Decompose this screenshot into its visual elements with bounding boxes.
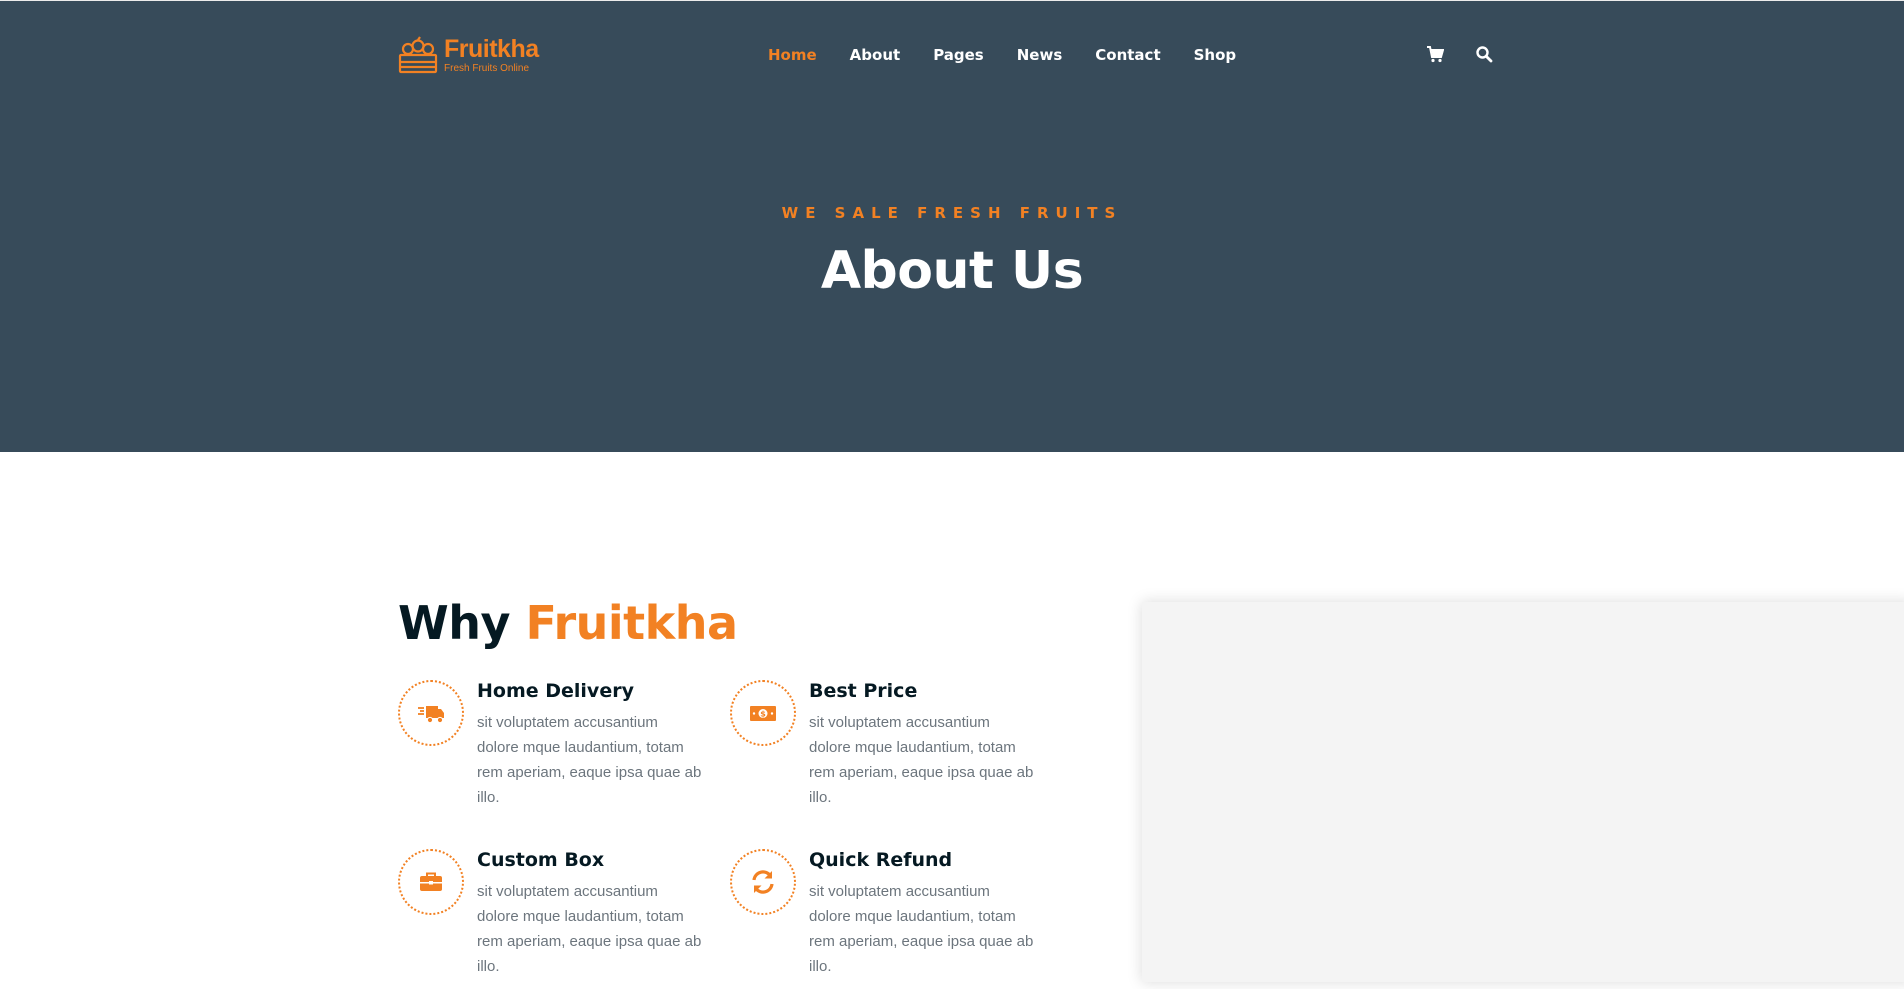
feature-home-delivery: Home Delivery sit voluptatem accusantium… [398, 680, 718, 820]
feature-custom-box: Custom Box sit voluptatem accusantium do… [398, 849, 718, 989]
fruit-basket-icon [398, 36, 438, 74]
feature-description: sit voluptatem accusantium dolore mque l… [477, 883, 702, 975]
feature-icon-ring [730, 849, 796, 915]
feature-description: sit voluptatem accusantium dolore mque l… [809, 714, 1034, 806]
nav-shop[interactable]: Shop [1194, 46, 1237, 64]
feature-title: Home Delivery [477, 680, 634, 702]
nav-about[interactable]: About [850, 46, 901, 64]
hero-subtitle: WE SALE FRESH FRUITS [781, 204, 1123, 222]
hero-banner: Fruitkha Fresh Fruits Online Home About … [0, 0, 1904, 452]
feature-icon-ring [398, 849, 464, 915]
brand-logo[interactable]: Fruitkha Fresh Fruits Online [398, 35, 539, 75]
feature-icon-ring: $ [730, 680, 796, 746]
nav-contact[interactable]: Contact [1095, 46, 1160, 64]
feature-best-price: $ Best Price sit voluptatem accusantium … [730, 680, 1050, 820]
feature-title: Quick Refund [809, 849, 953, 871]
nav-pages[interactable]: Pages [933, 46, 984, 64]
section-title-accent: Fruitkha [525, 596, 739, 650]
feature-quick-refund: Quick Refund sit voluptatem accusantium … [730, 849, 1050, 989]
brand-tagline: Fresh Fruits Online [444, 62, 530, 74]
main-nav: Home About Pages News Contact Shop [768, 45, 1269, 65]
brand-name: Fruitkha [444, 34, 539, 63]
search-icon[interactable] [1475, 45, 1493, 63]
nav-home[interactable]: Home [768, 46, 817, 64]
section-title-prefix: Why [398, 596, 510, 650]
svg-text:$: $ [760, 710, 766, 719]
shopping-cart-icon[interactable] [1426, 45, 1444, 63]
feature-title: Custom Box [477, 849, 605, 871]
truck-icon [418, 706, 444, 724]
money-icon: $ [750, 706, 776, 721]
feature-icon-ring [398, 680, 464, 746]
page-title: About Us [820, 241, 1084, 301]
briefcase-icon [420, 872, 442, 891]
feature-title: Best Price [809, 680, 918, 702]
refresh-icon [752, 870, 774, 894]
about-image-placeholder [1142, 602, 1904, 982]
nav-news[interactable]: News [1017, 46, 1063, 64]
section-title: Why Fruitkha [398, 596, 738, 650]
feature-description: sit voluptatem accusantium dolore mque l… [809, 883, 1034, 975]
feature-description: sit voluptatem accusantium dolore mque l… [477, 714, 702, 806]
